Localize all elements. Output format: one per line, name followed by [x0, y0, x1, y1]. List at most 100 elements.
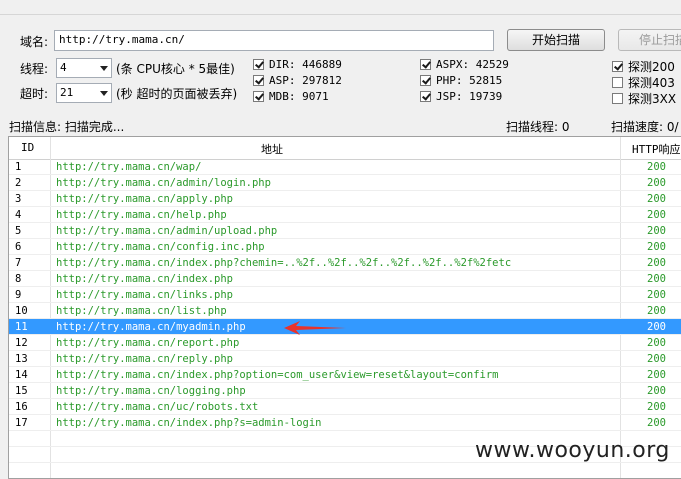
cell-url: http://try.mama.cn/logging.php [56, 385, 246, 397]
dict-check-label: ASP: 297812 [269, 74, 342, 87]
cell-url: http://try.mama.cn/config.inc.php [56, 241, 265, 253]
domain-input[interactable]: http://try.mama.cn/ [54, 30, 494, 51]
table-row[interactable]: 1 http://try.mama.cn/wap/200 [9, 159, 681, 175]
table-row[interactable]: 3 http://try.mama.cn/apply.php 200 [9, 191, 681, 207]
table-row[interactable]: 2 http://try.mama.cn/admin/login.php 200 [9, 175, 681, 191]
checkbox-icon [612, 61, 623, 72]
table-row[interactable]: 6 http://try.mama.cn/config.inc.php 200 [9, 239, 681, 255]
annotation-arrow-icon [284, 321, 346, 335]
probe-check-label: 探测200 [628, 60, 675, 74]
threads-select[interactable]: 4 [56, 58, 112, 78]
cell-id: 5 [15, 225, 22, 237]
checkbox-icon [420, 91, 431, 102]
cell-url: http://try.mama.cn/index.php?s=admin-log… [56, 417, 322, 429]
cell-id: 6 [15, 241, 22, 253]
start-scan-button[interactable]: 开始扫描 [507, 29, 605, 51]
cell-url: http://try.mama.cn/myadmin.php [56, 321, 246, 333]
table-row[interactable]: 12 http://try.mama.cn/report.php 200 [9, 335, 681, 351]
table-row[interactable]: 10 http://try.mama.cn/list.php 200 [9, 303, 681, 319]
scan-speed-text: 扫描速度: 0/ [611, 120, 679, 134]
status-bar: 扫描信息: 扫描完成... 扫描线程: 0 扫描速度: 0/ [0, 118, 681, 134]
watermark-text: www.wooyun.org [475, 438, 670, 463]
cell-id: 12 [15, 337, 28, 349]
table-row[interactable]: 13 http://try.mama.cn/reply.php 200 [9, 351, 681, 367]
dict-check-label: ASPX: 42529 [436, 58, 509, 71]
cell-id: 9 [15, 289, 22, 301]
chevron-down-icon [100, 66, 108, 71]
cell-url: http://try.mama.cn/admin/login.php [56, 177, 271, 189]
cell-url: http://try.mama.cn/index.php?option=com_… [56, 369, 499, 381]
column-header-http[interactable]: HTTP响应 [632, 141, 681, 157]
checkbox-icon [253, 59, 264, 70]
cell-http-code: 200 [647, 193, 666, 205]
cell-url: http://try.mama.cn/list.php [56, 305, 227, 317]
column-header-url[interactable]: 地址 [261, 141, 283, 157]
cell-http-code: 200 [647, 225, 666, 237]
cell-url: http://try.mama.cn/reply.php [56, 353, 234, 365]
window-top-edge [0, 0, 681, 15]
cell-http-code: 200 [647, 401, 666, 413]
cell-url: http://try.mama.cn/wap/ [56, 161, 202, 173]
column-header-id[interactable]: ID [21, 141, 34, 154]
checkbox-icon [612, 93, 623, 104]
stop-scan-button[interactable]: 停止扫描 [618, 29, 681, 51]
timeout-hint: (秒 超时的页面被丢弃) [116, 87, 238, 101]
checkbox-icon [420, 59, 431, 70]
cell-http-code: 200 [647, 321, 666, 333]
probe-check-3xx[interactable]: 探测3XX [612, 90, 676, 107]
probe-check-403[interactable]: 探测403 [612, 74, 675, 91]
cell-id: 7 [15, 257, 22, 269]
threads-hint: (条 CPU核心 * 5最佳) [116, 62, 235, 76]
cell-id: 15 [15, 385, 28, 397]
domain-label: 域名: [20, 35, 49, 49]
table-row[interactable]: 7 http://try.mama.cn/index.php?chemin=..%… [9, 255, 681, 271]
dict-check-asp[interactable]: ASP: 297812 [253, 74, 342, 87]
dict-check-aspx[interactable]: ASPX: 42529 [420, 58, 509, 71]
cell-http-code: 200 [647, 273, 666, 285]
cell-url: http://try.mama.cn/index.php?chemin=..%2… [56, 257, 512, 269]
cell-url: http://try.mama.cn/apply.php [56, 193, 234, 205]
threads-label: 线程: [20, 62, 49, 76]
timeout-label: 超时: [20, 87, 49, 101]
cell-http-code: 200 [647, 385, 666, 397]
results-table[interactable]: ID 地址 HTTP响应 1 http://try.mama.cn/wap/200… [8, 136, 681, 479]
cell-http-code: 200 [647, 417, 666, 429]
cell-id: 11 [15, 321, 28, 333]
cell-id: 8 [15, 273, 22, 285]
chevron-down-icon [100, 91, 108, 96]
dict-check-mdb[interactable]: MDB: 9071 [253, 90, 329, 103]
table-row[interactable]: 5 http://try.mama.cn/admin/upload.php 200 [9, 223, 681, 239]
timeout-select[interactable]: 21 [56, 83, 112, 103]
cell-id: 17 [15, 417, 28, 429]
dict-check-dir[interactable]: DIR: 446889 [253, 58, 342, 71]
table-row[interactable]: 4 http://try.mama.cn/help.php 200 [9, 207, 681, 223]
dict-check-php[interactable]: PHP: 52815 [420, 74, 502, 87]
cell-http-code: 200 [647, 177, 666, 189]
cell-url: http://try.mama.cn/admin/upload.php [56, 225, 278, 237]
cell-url: http://try.mama.cn/help.php [56, 209, 227, 221]
cell-id: 13 [15, 353, 28, 365]
cell-url: http://try.mama.cn/index.php [56, 273, 234, 285]
cell-id: 16 [15, 401, 28, 413]
table-row[interactable]: 14 http://try.mama.cn/index.php?option=co… [9, 367, 681, 383]
cell-id: 4 [15, 209, 22, 221]
checkbox-icon [420, 75, 431, 86]
cell-url: http://try.mama.cn/uc/robots.txt [56, 401, 259, 413]
timeout-value: 21 [60, 86, 74, 99]
cell-id: 3 [15, 193, 22, 205]
checkbox-icon [253, 75, 264, 86]
dict-check-jsp[interactable]: JSP: 19739 [420, 90, 502, 103]
table-row[interactable]: 8 http://try.mama.cn/index.php 200 [9, 271, 681, 287]
cell-url: http://try.mama.cn/links.php [56, 289, 234, 301]
cell-id: 2 [15, 177, 22, 189]
cell-http-code: 200 [647, 353, 666, 365]
scan-settings-panel: 域名: http://try.mama.cn/ 开始扫描 停止扫描 线程: 4 … [6, 18, 681, 110]
table-row[interactable]: 16 http://try.mama.cn/uc/robots.txt 200 [9, 399, 681, 415]
table-row[interactable]: 9 http://try.mama.cn/links.php 200 [9, 287, 681, 303]
scan-info-text: 扫描信息: 扫描完成... [9, 120, 125, 134]
probe-check-200[interactable]: 探测200 [612, 58, 675, 75]
cell-http-code: 200 [647, 209, 666, 221]
table-row[interactable]: 15 http://try.mama.cn/logging.php 200 [9, 383, 681, 399]
table-row[interactable]: 17 http://try.mama.cn/index.php?s=admin-l… [9, 415, 681, 431]
threads-value: 4 [60, 61, 67, 74]
